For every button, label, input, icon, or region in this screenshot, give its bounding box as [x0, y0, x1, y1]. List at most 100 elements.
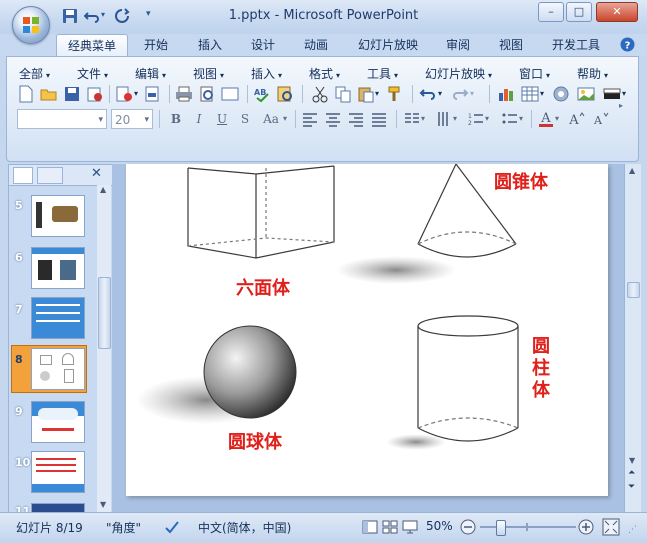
font-size-dropdown-icon[interactable]: ▾ [144, 110, 149, 130]
menu-insert[interactable]: 插入 ▾ [251, 65, 282, 82]
scroll-up-icon[interactable]: ▲ [629, 166, 635, 175]
outline-tab[interactable] [37, 167, 63, 184]
bold-button[interactable]: B [167, 110, 185, 128]
underline-button[interactable]: U [213, 110, 231, 128]
slideshow-view-icon[interactable] [402, 520, 418, 534]
save-toolbar-icon[interactable] [63, 85, 81, 103]
align-left-icon[interactable] [301, 110, 319, 128]
font-name-combo[interactable]: ▾ [17, 109, 107, 129]
scroll-thumb[interactable] [98, 277, 111, 349]
tab-animation[interactable]: 动画 [296, 34, 336, 56]
zoom-level[interactable]: 50% [426, 519, 453, 533]
main-vertical-scrollbar[interactable]: ▲ ▼ ⏶ ⏷ [624, 164, 641, 512]
slide-thumbnail-8[interactable] [31, 348, 85, 390]
align-center-icon[interactable] [324, 110, 342, 128]
menu-format[interactable]: 格式 ▾ [309, 65, 340, 82]
tab-developer[interactable]: 开发工具 [545, 34, 607, 56]
menu-help[interactable]: 帮助 ▾ [577, 65, 608, 82]
copy-icon[interactable] [334, 85, 352, 103]
maximize-button[interactable]: □ [566, 2, 592, 22]
tab-slideshow[interactable]: 幻灯片放映 [350, 34, 426, 56]
slide-canvas[interactable]: 圆锥体 六面体 圆 柱 体 圆球体 [126, 164, 608, 496]
normal-view-icon[interactable] [362, 520, 378, 534]
table-dropdown-icon[interactable]: ▾ [540, 89, 544, 98]
previous-slide-icon[interactable]: ⏶ [628, 468, 635, 478]
font-name-dropdown-icon[interactable]: ▾ [98, 110, 103, 130]
tab-home[interactable]: 开始 [136, 34, 176, 56]
menu-file[interactable]: 文件 ▾ [77, 65, 108, 82]
toolbar-overflow-icon[interactable]: ▸ [619, 101, 623, 110]
pdf-icon[interactable] [143, 85, 161, 103]
zoom-slider-track[interactable] [480, 526, 576, 528]
zoom-slider-thumb[interactable] [496, 520, 506, 536]
columns-icon[interactable] [403, 110, 421, 128]
insert-picture-icon[interactable] [577, 85, 595, 103]
bullets-icon[interactable] [501, 110, 519, 128]
slide-thumbnail-10[interactable] [31, 451, 85, 493]
print-icon[interactable] [175, 85, 193, 103]
slideshow-icon[interactable] [221, 85, 239, 103]
chart-icon[interactable] [497, 85, 515, 103]
justify-icon[interactable] [370, 110, 388, 128]
zoom-in-icon[interactable] [578, 519, 594, 535]
office-button[interactable] [12, 6, 50, 44]
change-case-dropdown-icon[interactable]: ▾ [283, 114, 287, 123]
proofing-icon[interactable] [164, 519, 180, 535]
numbering-icon[interactable]: 12 [467, 110, 485, 128]
shadow-button[interactable]: S [236, 110, 254, 128]
numbering-dropdown-icon[interactable]: ▾ [485, 114, 489, 123]
minimize-button[interactable]: – [538, 2, 564, 22]
next-slide-icon[interactable]: ⏷ [628, 482, 635, 492]
table-icon[interactable] [521, 85, 539, 103]
menu-slideshow[interactable]: 幻灯片放映 ▾ [425, 65, 492, 82]
format-painter-icon[interactable] [387, 85, 405, 103]
text-direction-dropdown-icon[interactable]: ▾ [453, 114, 457, 123]
print-preview-icon[interactable] [198, 85, 216, 103]
email-dropdown-icon[interactable]: ▾ [134, 89, 138, 98]
undo-toolbar-dropdown-icon[interactable]: ▾ [438, 89, 442, 98]
open-icon[interactable] [40, 85, 58, 103]
menu-window[interactable]: 窗口 ▾ [519, 65, 550, 82]
tab-view[interactable]: 视图 [491, 34, 531, 56]
fit-to-window-icon[interactable] [602, 518, 620, 536]
slide-thumbnail-6[interactable] [31, 247, 85, 289]
tab-design[interactable]: 设计 [243, 34, 283, 56]
slides-tab[interactable] [13, 167, 33, 184]
redo-toolbar-icon[interactable] [451, 85, 469, 103]
menu-all[interactable]: 全部 ▾ [19, 65, 50, 82]
text-direction-icon[interactable] [435, 110, 453, 128]
grow-font-icon[interactable]: A [567, 110, 585, 128]
italic-button[interactable]: I [190, 110, 208, 128]
tab-insert[interactable]: 插入 [190, 34, 230, 56]
change-case-button[interactable]: Aa [259, 110, 283, 128]
paste-dropdown-icon[interactable]: ▾ [375, 89, 379, 98]
slides-panel-scrollbar[interactable]: ▲ ▼ [97, 185, 111, 512]
panel-close-icon[interactable]: ✕ [91, 166, 102, 181]
menu-edit[interactable]: 编辑 ▾ [135, 65, 166, 82]
slide-thumbnail-9[interactable] [31, 401, 85, 443]
scroll-down-icon[interactable]: ▼ [629, 456, 635, 465]
menu-view[interactable]: 视图 ▾ [193, 65, 224, 82]
undo-toolbar-icon[interactable] [419, 85, 437, 103]
slide-thumbnail-7[interactable] [31, 297, 85, 339]
zoom-out-icon[interactable] [460, 519, 476, 535]
spelling-icon[interactable]: AB [253, 85, 271, 103]
font-size-combo[interactable]: 20 ▾ [111, 109, 153, 129]
columns-dropdown-icon[interactable]: ▾ [421, 114, 425, 123]
slide-thumbnail-5[interactable] [31, 195, 85, 237]
email-icon[interactable] [115, 85, 133, 103]
resize-grip-icon[interactable]: ⋰ [628, 525, 637, 535]
shrink-font-icon[interactable]: A [591, 110, 609, 128]
permission-icon[interactable] [86, 85, 104, 103]
menu-tools[interactable]: 工具 ▾ [367, 65, 398, 82]
scroll-up-icon[interactable]: ▲ [100, 185, 106, 194]
slide-sorter-icon[interactable] [382, 520, 398, 534]
paste-icon[interactable] [357, 85, 375, 103]
close-button[interactable]: ✕ [596, 2, 638, 22]
smartart-icon[interactable] [552, 85, 570, 103]
tab-classic-menu[interactable]: 经典菜单 [56, 34, 128, 58]
font-color-dropdown-icon[interactable]: ▾ [555, 114, 559, 123]
scroll-thumb[interactable] [627, 282, 640, 298]
tab-review[interactable]: 审阅 [438, 34, 478, 56]
bullets-dropdown-icon[interactable]: ▾ [519, 114, 523, 123]
